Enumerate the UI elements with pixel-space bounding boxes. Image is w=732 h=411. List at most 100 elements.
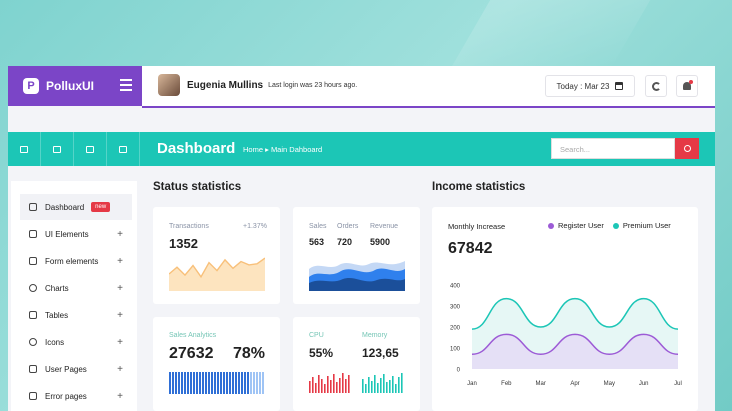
sidebar-item-error-pages[interactable]: Error pages + bbox=[23, 383, 129, 409]
sync-button[interactable] bbox=[645, 75, 667, 97]
date-button[interactable]: Today : Mar 23 bbox=[545, 75, 635, 97]
sidebar-item-form-elements[interactable]: Form elements + bbox=[23, 248, 129, 274]
cpu-bar bbox=[342, 373, 344, 393]
quick-folder-button[interactable] bbox=[74, 132, 107, 166]
analytics-bar bbox=[247, 372, 249, 394]
avatar[interactable] bbox=[158, 74, 180, 96]
notification-dot bbox=[689, 80, 693, 84]
income-subtitle: Monthly Increase bbox=[448, 222, 506, 231]
calendar-icon bbox=[615, 82, 624, 90]
register-user-legend: Register User bbox=[558, 221, 604, 230]
cpu-bar bbox=[330, 380, 332, 393]
cpu-bar bbox=[345, 379, 347, 393]
sidebar-item-label: Dashboard bbox=[45, 202, 85, 212]
transactions-area bbox=[169, 258, 265, 291]
search-button[interactable] bbox=[675, 138, 699, 159]
analytics-bar bbox=[211, 372, 213, 394]
analytics-bar bbox=[223, 372, 225, 394]
expand-icon[interactable]: + bbox=[117, 229, 123, 240]
sidebar-item-user-pages[interactable]: User Pages + bbox=[23, 356, 129, 382]
cpu-bars bbox=[309, 373, 350, 393]
y-tick-label: 200 bbox=[450, 326, 461, 332]
memory-bar bbox=[365, 384, 367, 393]
x-tick-label: Feb bbox=[501, 381, 512, 387]
page-title: Dashboard bbox=[157, 140, 236, 157]
expand-icon[interactable]: + bbox=[117, 310, 123, 321]
revenue-value: 5900 bbox=[370, 237, 391, 247]
x-tick-label: Apr bbox=[570, 381, 579, 387]
analytics-bar bbox=[190, 372, 192, 394]
income-line-chart: 0 100 200 300 400 Jan Feb Mar Apr May Jun Jul bbox=[450, 284, 682, 388]
sidebar-item-label: UI Elements bbox=[45, 229, 89, 239]
premium-user-legend: Premium User bbox=[622, 221, 671, 230]
last-login-text: Last login was 23 hours ago. bbox=[268, 81, 358, 89]
x-tick-label: Jul bbox=[674, 381, 682, 387]
date-label: Today : Mar 23 bbox=[556, 81, 610, 91]
sidebar-item-label: Form elements bbox=[45, 256, 99, 266]
analytics-bar bbox=[229, 372, 231, 394]
new-badge: new bbox=[91, 202, 111, 212]
cpu-bar bbox=[312, 377, 314, 393]
sidebar-item-icons[interactable]: Icons + bbox=[23, 329, 129, 355]
cpu-bar bbox=[309, 381, 311, 393]
quick-calendar-button[interactable] bbox=[8, 132, 41, 166]
form-icon bbox=[29, 257, 37, 265]
calendar-icon bbox=[20, 145, 28, 153]
sidebar-item-ui-elements[interactable]: UI Elements + bbox=[23, 221, 129, 247]
cpu-memory-card: CPU Memory 55% 123,65 bbox=[293, 317, 420, 411]
analytics-bar bbox=[184, 372, 186, 394]
sidebar-item-tables[interactable]: Tables + bbox=[23, 302, 129, 328]
breadcrumb[interactable]: Home ▸ Main Dahboard bbox=[243, 145, 322, 154]
user-name: Eugenia Mullins bbox=[187, 79, 264, 91]
notifications-button[interactable] bbox=[676, 75, 698, 97]
income-value: 67842 bbox=[448, 240, 493, 257]
memory-bar bbox=[401, 373, 403, 393]
monitor-icon bbox=[29, 203, 37, 211]
x-tick-label: Jun bbox=[639, 381, 649, 387]
memory-bar bbox=[383, 374, 385, 393]
brand-logo-icon: P bbox=[23, 78, 39, 94]
cpu-label: CPU bbox=[309, 332, 324, 339]
memory-bar bbox=[362, 379, 364, 393]
analytics-bar bbox=[232, 372, 234, 394]
cpu-bar bbox=[324, 384, 326, 393]
memory-bar bbox=[386, 382, 388, 393]
memory-bar bbox=[395, 384, 397, 393]
memory-bar bbox=[398, 377, 400, 393]
y-tick-label: 400 bbox=[450, 284, 461, 290]
memory-bar bbox=[392, 376, 394, 393]
analytics-bar bbox=[241, 372, 243, 394]
search-input[interactable]: Search... bbox=[551, 138, 675, 159]
cpu-bar bbox=[348, 375, 350, 393]
pie-chart-icon bbox=[29, 284, 37, 292]
analytics-bar bbox=[169, 372, 171, 394]
quick-notes-button[interactable] bbox=[107, 132, 140, 166]
brand[interactable]: P PolluxUI bbox=[8, 66, 142, 106]
revenue-label: Revenue bbox=[370, 223, 399, 230]
sales-value: 563 bbox=[309, 237, 325, 247]
x-tick-label: May bbox=[604, 381, 615, 387]
quick-mail-button[interactable] bbox=[41, 132, 74, 166]
x-tick-label: Mar bbox=[535, 381, 545, 387]
sidebar-item-charts[interactable]: Charts + bbox=[23, 275, 129, 301]
expand-icon[interactable]: + bbox=[117, 337, 123, 348]
analytics-bar bbox=[187, 372, 189, 394]
user-info[interactable]: Eugenia Mullins Last login was 23 hours … bbox=[158, 74, 357, 96]
analytics-bar bbox=[178, 372, 180, 394]
transactions-label: Transactions bbox=[169, 223, 209, 230]
income-statistics-title: Income statistics bbox=[432, 181, 526, 193]
memory-bar bbox=[377, 383, 379, 393]
top-navbar: P PolluxUI Eugenia Mullins Last login wa… bbox=[8, 66, 715, 106]
expand-icon[interactable]: + bbox=[117, 283, 123, 294]
x-tick-label: Jan bbox=[467, 381, 477, 387]
expand-icon[interactable]: + bbox=[117, 391, 123, 402]
analytics-bar bbox=[205, 372, 207, 394]
cpu-value: 55% bbox=[309, 346, 334, 360]
expand-icon[interactable]: + bbox=[117, 256, 123, 267]
analytics-bar bbox=[172, 372, 174, 394]
memory-bar bbox=[371, 381, 373, 393]
sidebar-item-dashboard[interactable]: Dashboard new bbox=[20, 194, 132, 220]
menu-toggle-button[interactable] bbox=[120, 79, 132, 91]
user-icon bbox=[29, 365, 37, 373]
expand-icon[interactable]: + bbox=[117, 364, 123, 375]
